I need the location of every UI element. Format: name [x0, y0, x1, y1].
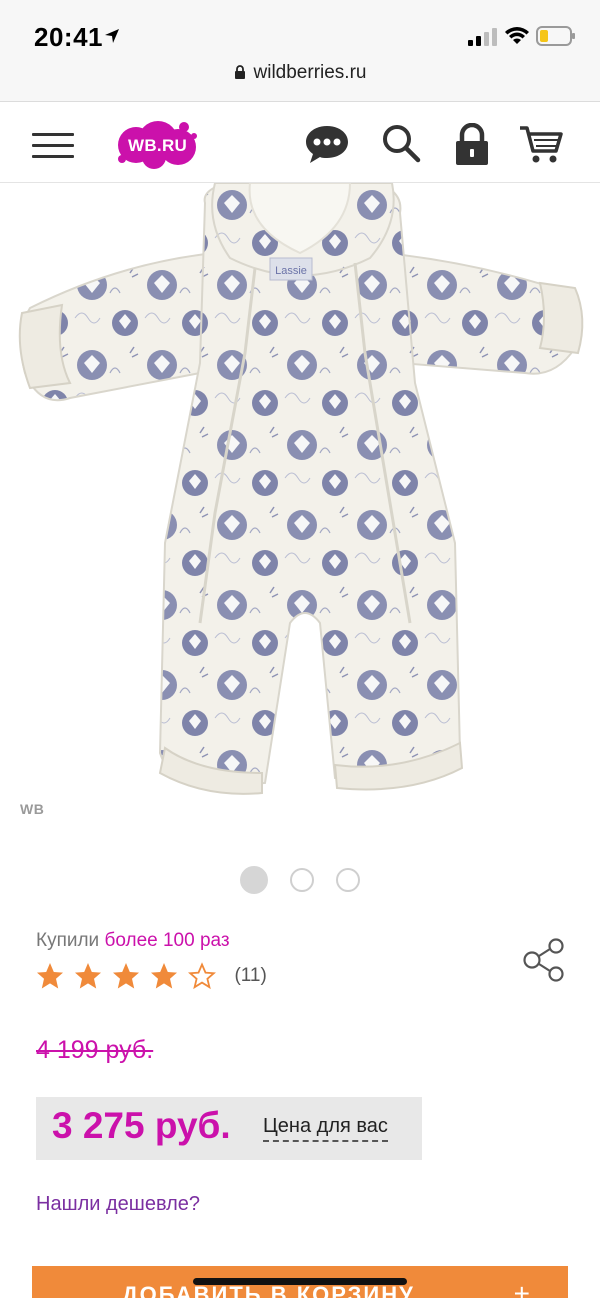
battery-icon [536, 26, 575, 46]
chat-icon[interactable] [304, 123, 350, 165]
image-pager [0, 866, 600, 894]
share-icon[interactable] [522, 938, 568, 982]
lock-icon[interactable] [449, 123, 495, 165]
logo[interactable]: WB.RU [114, 119, 200, 171]
snowsuit-image: Lassie [18, 183, 584, 795]
location-arrow-icon [105, 29, 119, 43]
address-bar[interactable]: wildberries.ru [0, 62, 600, 84]
old-price: 4 199 руб. [36, 1036, 154, 1064]
status-bar: 20:41 wildberries.ru [0, 0, 600, 102]
status-time: 20:41 [34, 22, 103, 52]
star-filled-icon [75, 963, 101, 989]
pager-dot[interactable] [336, 868, 360, 892]
price-for-you-link[interactable]: Цена для вас [263, 1115, 388, 1142]
current-price: 3 275 руб. [52, 1105, 231, 1146]
menu-icon[interactable] [32, 133, 74, 159]
pager-dot[interactable] [290, 868, 314, 892]
purchase-count-value: более 100 раз [104, 930, 230, 951]
cart-icon[interactable] [518, 123, 564, 165]
product-label: Lassie [275, 265, 307, 277]
cellular-signal-icon [468, 28, 497, 46]
rating[interactable]: (11) [36, 962, 267, 998]
wifi-icon [505, 27, 529, 44]
secure-lock-icon [234, 65, 245, 79]
product-image[interactable]: Lassie [0, 183, 600, 823]
image-watermark: WB [20, 801, 45, 817]
purchase-count: Купили более 100 раз [36, 930, 230, 952]
star-empty-icon [188, 962, 216, 990]
pager-dot[interactable] [240, 866, 268, 894]
site-header: WB.RU [0, 103, 600, 183]
search-icon[interactable] [380, 123, 426, 165]
found-cheaper-link[interactable]: Нашли дешевле? [36, 1193, 200, 1216]
star-filled-icon [37, 963, 63, 989]
star-filled-icon [151, 963, 177, 989]
logo-text: WB.RU [128, 136, 188, 155]
star-filled-icon [113, 963, 139, 989]
plus-icon: + [513, 1278, 532, 1298]
reviews-count[interactable]: (11) [234, 965, 266, 987]
url-text: wildberries.ru [253, 62, 367, 83]
purchase-count-prefix: Купили [36, 930, 100, 951]
price-box: 3 275 руб. Цена для вас [36, 1097, 422, 1160]
home-indicator [193, 1278, 407, 1285]
